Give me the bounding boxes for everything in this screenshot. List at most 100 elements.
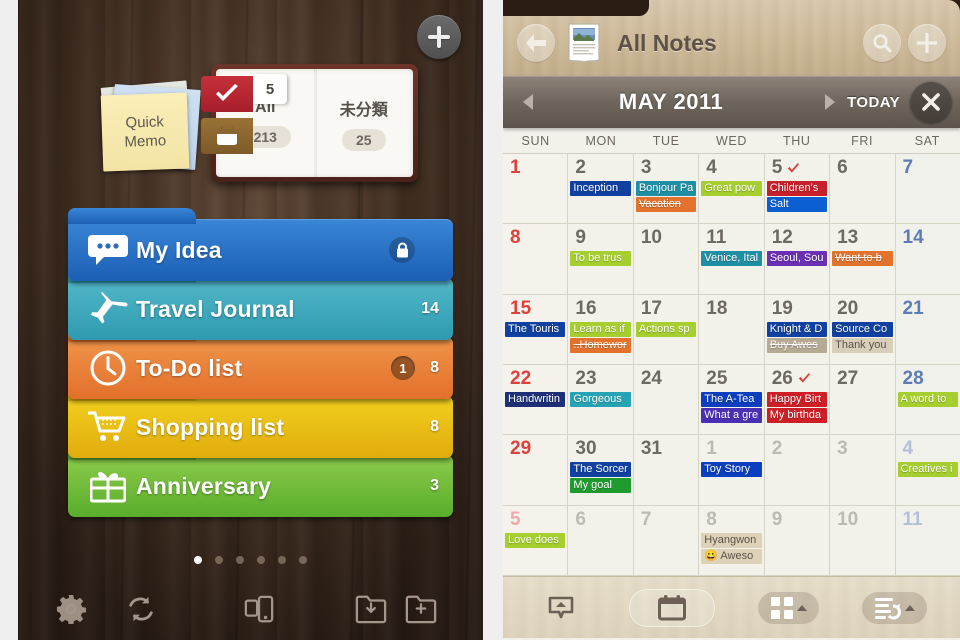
calendar-event-chip[interactable]: Seoul, Sou (766, 251, 828, 267)
calendar-day-cell[interactable]: 4 Great pow (699, 154, 765, 224)
calendar-day-cell[interactable]: 16 Learn as if ..Homewor (568, 294, 634, 364)
calendar-day-cell[interactable]: 1 (503, 154, 569, 224)
calendar-day-cell[interactable]: 13 Want to b (830, 224, 896, 294)
close-calendar-button[interactable] (910, 81, 952, 123)
calendar-event-chip[interactable]: My goal (570, 478, 631, 494)
back-button[interactable] (517, 24, 555, 62)
calendar-event-chip[interactable]: The A-Tea (701, 391, 762, 407)
calendar-event-chip[interactable]: Thank you (832, 337, 893, 353)
next-month-button[interactable] (813, 94, 847, 110)
calendar-event-chip[interactable]: Happy Birt (766, 391, 828, 407)
calendar-event-chip[interactable]: Creatives i (897, 462, 958, 478)
calendar-day-cell[interactable]: 6 (568, 505, 634, 575)
calendar-day-cell[interactable]: 30 The Sorcer My goal (568, 435, 634, 505)
notebook-checklist-tab[interactable] (201, 76, 253, 112)
calendar-day-cell[interactable]: 24 (633, 364, 700, 435)
calendar-event-chip[interactable]: Bonjour Pa (635, 181, 697, 196)
calendar-day-cell[interactable]: 2 Inception (568, 154, 634, 224)
calendar-day-cell[interactable]: 11 Venice, Ital (699, 224, 765, 294)
calendar-event-chip[interactable]: Want to b (832, 251, 893, 267)
calendar-day-cell[interactable]: 8 (503, 224, 569, 294)
calendar-day-cell[interactable]: 26 Happy Birt My birthda (764, 364, 831, 435)
calendar-event-chip[interactable]: ..Homewor (570, 337, 631, 353)
note-popup-button[interactable] (536, 591, 586, 625)
calendar-day-cell[interactable]: 7 (633, 505, 700, 575)
calendar-event-chip[interactable]: Hyangwon (701, 532, 762, 548)
calendar-day-cell[interactable]: 28 A word to (895, 364, 960, 435)
calendar-day-cell[interactable]: 27 (830, 364, 896, 435)
calendar-event-chip[interactable]: 😀 Aweso (701, 548, 762, 564)
calendar-event-chip[interactable]: What a gre (701, 407, 762, 423)
grid-view-button[interactable] (757, 591, 819, 624)
calendar-event-chip[interactable]: My birthda (766, 407, 828, 423)
calendar-day-cell[interactable]: 23 Gorgeous (568, 364, 634, 435)
calendar-event-chip[interactable]: Toy Story (701, 462, 762, 478)
calendar-day-cell[interactable]: 4 Creatives i (895, 435, 960, 505)
calendar-day-cell[interactable]: 17 Actions sp (633, 294, 700, 364)
calendar-day-cell[interactable]: 7 (895, 154, 960, 224)
page-dot-5[interactable] (278, 556, 286, 564)
calendar-day-cell[interactable]: 11 (895, 505, 960, 575)
calendar-event-chip[interactable]: Inception (570, 181, 631, 196)
quick-memo-widget[interactable]: Quick Memo (96, 80, 202, 174)
calendar-day-cell[interactable]: 29 (503, 435, 569, 505)
search-button[interactable] (863, 24, 901, 62)
calendar-event-chip[interactable]: Handwritin (505, 391, 566, 407)
today-button[interactable]: TODAY (847, 94, 900, 111)
folder-item-anniversary[interactable]: Anniversary 3 (68, 444, 453, 517)
calendar-event-chip[interactable]: Gorgeous (570, 391, 631, 407)
calendar-day-cell[interactable]: 19 Knight & D Buy Awes (764, 294, 831, 364)
calendar-event-chip[interactable]: Venice, Ital (701, 251, 762, 267)
notebook-widget[interactable]: All 213 未分類 25 5 (201, 64, 418, 182)
add-note-button[interactable] (908, 24, 946, 62)
calendar-day-cell[interactable]: 15 The Touris (503, 294, 569, 364)
sort-list-button[interactable] (861, 591, 927, 624)
calendar-event-chip[interactable]: To be trus (570, 251, 631, 267)
calendar-day-cell[interactable]: 25 The A-Tea What a gre (699, 364, 765, 435)
calendar-day-cell[interactable]: 12 Seoul, Sou (764, 224, 831, 294)
calendar-day-cell[interactable]: 10 (830, 505, 896, 575)
calendar-event-chip[interactable]: Vacation (635, 197, 697, 212)
calendar-event-chip[interactable]: Learn as if (570, 321, 631, 337)
calendar-day-cell[interactable]: 10 (633, 224, 700, 294)
folder-item-my-idea[interactable]: My Idea (68, 208, 453, 281)
calendar-view-button[interactable] (629, 588, 716, 627)
page-dot-3[interactable] (236, 556, 244, 564)
calendar-event-chip[interactable]: Buy Awes (766, 337, 828, 353)
folder-add-button[interactable] (405, 594, 437, 624)
calendar-day-cell[interactable]: 21 (895, 294, 960, 364)
calendar-event-chip[interactable]: A word to (897, 391, 958, 407)
calendar-day-cell[interactable]: 6 (830, 154, 896, 224)
calendar-day-cell[interactable]: 2 (764, 435, 831, 505)
page-dot-2[interactable] (215, 556, 223, 564)
add-folder-button[interactable] (417, 15, 461, 59)
folder-download-button[interactable] (355, 594, 387, 624)
sync-refresh-button[interactable] (126, 594, 156, 624)
device-transfer-button[interactable] (244, 594, 274, 624)
calendar-event-chip[interactable]: Children's (766, 181, 828, 196)
calendar-event-chip[interactable]: Great pow (701, 181, 762, 196)
calendar-day-cell[interactable]: 5 Children's Salt (764, 154, 831, 224)
page-dot-1[interactable] (194, 556, 202, 564)
calendar-event-chip[interactable]: Source Co (832, 321, 893, 337)
calendar-day-cell[interactable]: 9 To be trus (568, 224, 634, 294)
notebook-calendar-tab[interactable] (201, 118, 253, 154)
calendar-day-cell[interactable]: 20 Source Co Thank you (830, 294, 896, 364)
calendar-event-chip[interactable]: The Touris (505, 321, 566, 337)
calendar-day-cell[interactable]: 5 Love does (503, 505, 569, 575)
calendar-day-cell[interactable]: 8 Hyangwon 😀 Aweso (699, 505, 765, 575)
calendar-day-cell[interactable]: 18 (699, 294, 765, 364)
calendar-day-cell[interactable]: 14 (895, 224, 960, 294)
page-dot-6[interactable] (299, 556, 307, 564)
calendar-day-cell[interactable]: 1 Toy Story (699, 435, 765, 505)
calendar-day-cell[interactable]: 3 (830, 435, 896, 505)
calendar-event-chip[interactable]: Salt (766, 197, 828, 212)
settings-gear-button[interactable] (56, 594, 86, 624)
page-dot-4[interactable] (257, 556, 265, 564)
folder-item-travel-journal[interactable]: Travel Journal 14 (68, 267, 453, 340)
folder-item-shopping-list[interactable]: Shopping list 8 (68, 385, 453, 458)
calendar-event-chip[interactable]: The Sorcer (570, 462, 631, 478)
folder-item-to-do-list[interactable]: To-Do list 1 8 (68, 326, 453, 399)
calendar-day-cell[interactable]: 22 Handwritin (503, 364, 569, 435)
calendar-event-chip[interactable]: Love does (505, 532, 566, 548)
